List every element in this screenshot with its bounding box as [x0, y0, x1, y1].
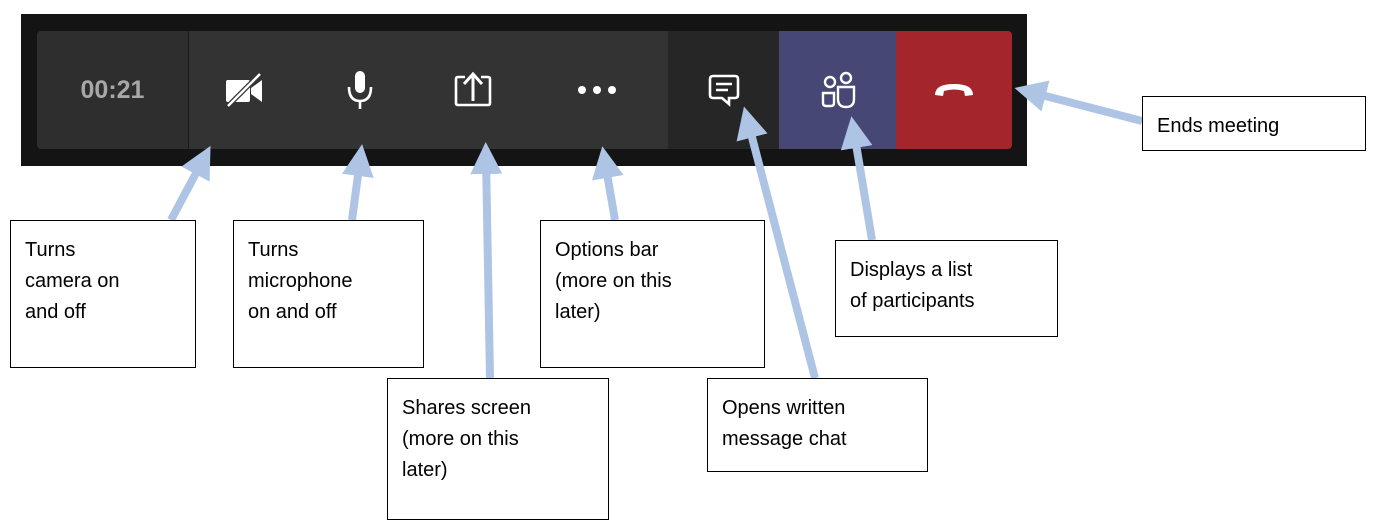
- callout-options: Options bar (more on this later): [540, 220, 765, 368]
- share-arrow: [470, 142, 503, 379]
- callout-participants: Displays a list of participants: [835, 240, 1058, 337]
- end-meeting-arrow: [1014, 80, 1144, 125]
- callout-chat: Opens written message chat: [707, 378, 928, 472]
- callout-microphone: Turns microphone on and off: [233, 220, 424, 368]
- options-arrow: [591, 146, 624, 221]
- callout-share-screen: Shares screen (more on this later): [387, 378, 609, 520]
- microphone-arrow: [342, 144, 374, 221]
- participants-arrow: [840, 116, 876, 241]
- callout-end-meeting: Ends meeting: [1142, 96, 1366, 151]
- callout-camera: Turns camera on and off: [10, 220, 196, 368]
- camera-arrow: [167, 145, 211, 222]
